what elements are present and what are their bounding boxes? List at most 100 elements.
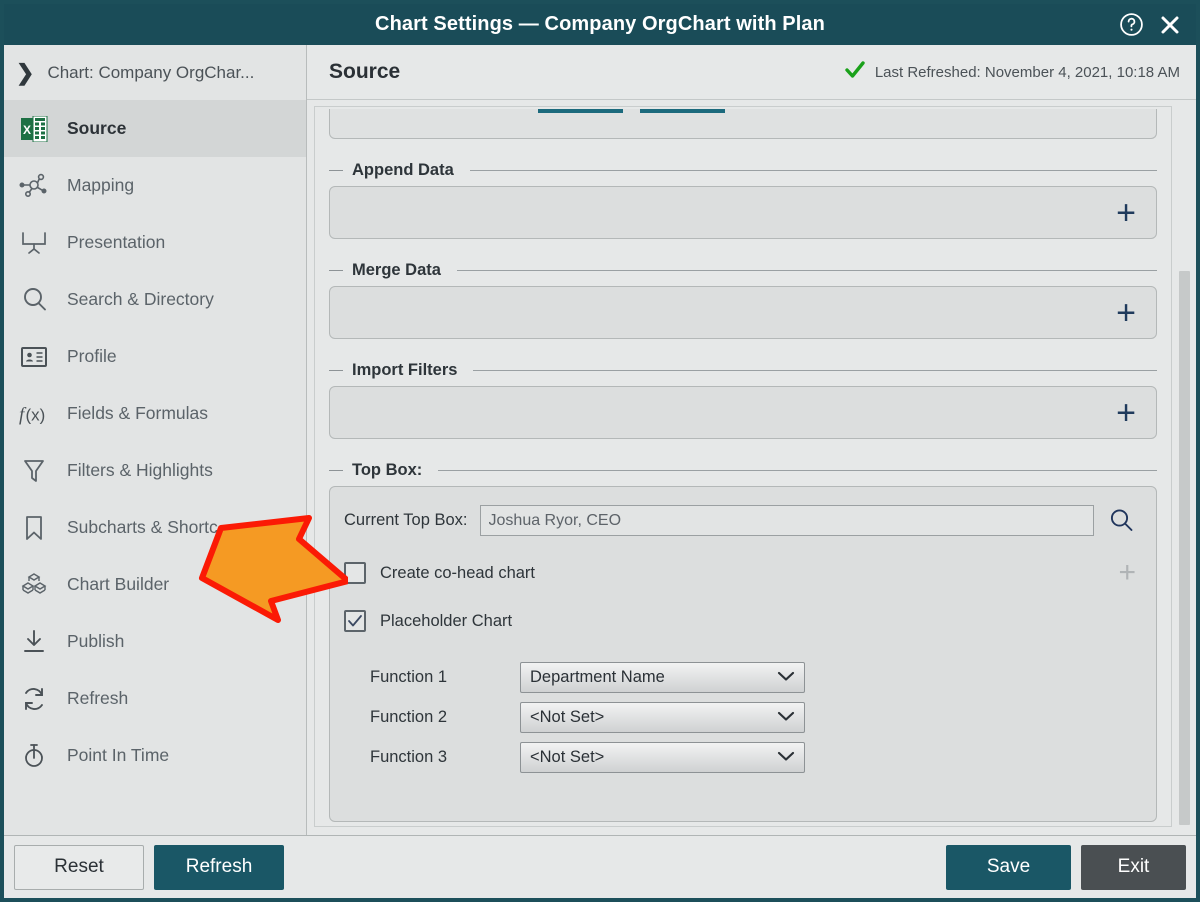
scrolled-off-panel — [329, 109, 1157, 139]
function-selectors: Function 1 Department Name Function 2 <N… — [344, 662, 1136, 773]
window-title: Chart Settings — Company OrgChart with P… — [375, 13, 825, 35]
vertical-scrollbar[interactable] — [1177, 106, 1192, 827]
sidebar-item-mapping[interactable]: Mapping — [4, 157, 306, 214]
last-refreshed-text: Last Refreshed: November 4, 2021, 10:18 … — [874, 63, 1180, 81]
excel-file-icon: X — [18, 114, 50, 144]
import-filters-group: Import Filters + — [329, 361, 1157, 439]
merge-data-group: Merge Data + — [329, 261, 1157, 339]
sidebar-item-profile[interactable]: Profile — [4, 328, 306, 385]
function-2-label: Function 2 — [370, 708, 448, 726]
placeholder-chart-checkbox[interactable] — [344, 610, 366, 632]
sidebar-item-search-directory[interactable]: Search & Directory — [4, 271, 306, 328]
function-3-value: <Not Set> — [530, 748, 605, 766]
scrolled-off-button-2[interactable] — [640, 109, 725, 113]
sidebar-item-source[interactable]: X Source — [4, 100, 306, 157]
svg-text:X: X — [23, 123, 31, 137]
sidebar-item-filters-highlights[interactable]: Filters & Highlights — [4, 442, 306, 499]
sidebar-item-publish[interactable]: Publish — [4, 613, 306, 670]
save-button[interactable]: Save — [946, 844, 1071, 890]
funnel-icon — [18, 456, 50, 486]
sidebar-item-label: Subcharts & Shortc — [67, 517, 218, 537]
function-2-row: Function 2 <Not Set> — [370, 702, 1136, 733]
sidebar-item-presentation[interactable]: Presentation — [4, 214, 306, 271]
bookmark-icon — [18, 513, 50, 543]
close-icon[interactable] — [1158, 13, 1182, 37]
plus-icon-disabled: + — [1118, 556, 1136, 589]
svg-text:(x): (x) — [26, 405, 46, 424]
function-3-row: Function 3 <Not Set> — [370, 742, 1136, 773]
function-1-label: Function 1 — [370, 668, 448, 686]
merge-data-dropzone[interactable]: + — [329, 286, 1157, 339]
collapse-dash-icon[interactable] — [329, 469, 343, 472]
append-data-dropzone[interactable]: + — [329, 186, 1157, 239]
id-card-icon — [18, 342, 50, 372]
exit-button[interactable]: Exit — [1081, 844, 1186, 890]
create-cohead-chart-checkbox[interactable] — [344, 562, 366, 584]
import-filters-dropzone[interactable]: + — [329, 386, 1157, 439]
legend-rule — [456, 270, 1157, 271]
collapse-dash-icon[interactable] — [329, 369, 343, 372]
chevron-down-icon — [777, 708, 795, 727]
top-box-panel: Current Top Box: Joshua Ryor, CEO Create… — [329, 486, 1157, 822]
sidebar-item-label: Filters & Highlights — [67, 460, 213, 480]
sidebar-item-refresh[interactable]: Refresh — [4, 670, 306, 727]
sidebar-item-label: Mapping — [67, 175, 135, 195]
stopwatch-icon — [18, 741, 50, 771]
plus-icon[interactable]: + — [1116, 296, 1136, 330]
legend-rule — [438, 470, 1157, 471]
group-legend-label: Merge Data — [352, 261, 441, 279]
help-circle-icon[interactable] — [1119, 12, 1144, 37]
blocks-icon — [18, 570, 50, 600]
collapse-dash-icon[interactable] — [329, 169, 343, 172]
magnifier-icon[interactable] — [1106, 507, 1136, 534]
append-data-group: Append Data + — [329, 161, 1157, 239]
create-cohead-chart-label: Create co-head chart — [380, 563, 536, 582]
current-top-box-input[interactable] — [479, 505, 1094, 536]
function-1-value: Department Name — [530, 668, 665, 686]
group-legend: Append Data — [329, 161, 1157, 180]
sidebar-item-label: Refresh — [67, 688, 129, 708]
download-icon — [18, 627, 50, 657]
function-1-select[interactable]: Department Name — [520, 662, 805, 693]
function-2-value: <Not Set> — [530, 708, 605, 726]
plus-icon[interactable]: + — [1116, 196, 1136, 230]
function-2-select[interactable]: <Not Set> — [520, 702, 805, 733]
scrollbar-thumb[interactable] — [1179, 271, 1190, 825]
page-title: Source — [329, 60, 401, 83]
title-bar: Chart Settings — Company OrgChart with P… — [4, 4, 1196, 45]
node-graph-icon — [18, 171, 50, 201]
sidebar-item-label: Fields & Formulas — [67, 403, 209, 423]
collapse-dash-icon[interactable] — [329, 269, 343, 272]
footer-toolbar: Reset Refresh Save Exit — [4, 835, 1196, 898]
function-3-select[interactable]: <Not Set> — [520, 742, 805, 773]
scrolled-off-button-1[interactable] — [538, 109, 623, 113]
chart-settings-window: Chart Settings — Company OrgChart with P… — [0, 0, 1200, 902]
sidebar-item-point-in-time[interactable]: Point In Time — [4, 727, 306, 784]
current-top-box-label: Current Top Box: — [344, 511, 468, 529]
group-legend-label: Import Filters — [352, 361, 458, 379]
breadcrumb[interactable]: ❯ Chart: Company OrgChar... — [4, 45, 306, 100]
top-box-group: Top Box: Current Top Box: Joshua Ryor, C… — [329, 461, 1157, 822]
reset-button[interactable]: Reset — [14, 844, 144, 890]
function-3-label: Function 3 — [370, 748, 448, 766]
group-legend: Top Box: — [329, 461, 1157, 480]
sidebar-item-label: Source — [67, 118, 127, 138]
chevron-right-icon: ❯ — [16, 59, 35, 85]
placeholder-chart-label: Placeholder Chart — [380, 611, 513, 630]
main-panel: Source Last Refreshed: November 4, 2021,… — [307, 45, 1196, 835]
sidebar-item-chart-builder[interactable]: Chart Builder — [4, 556, 306, 613]
placeholder-chart-row: Placeholder Chart — [344, 610, 1136, 632]
plus-icon[interactable]: + — [1116, 396, 1136, 430]
group-legend-label: Top Box: — [352, 461, 423, 479]
sidebar-item-label: Chart Builder — [67, 574, 170, 594]
create-cohead-chart-row: Create co-head chart + — [344, 558, 1136, 588]
window-body: ❯ Chart: Company OrgChar... X Source Map… — [4, 45, 1196, 835]
group-legend: Merge Data — [329, 261, 1157, 280]
refresh-button[interactable]: Refresh — [154, 844, 284, 890]
sidebar-item-label: Profile — [67, 346, 117, 366]
breadcrumb-label: Chart: Company OrgChar... — [47, 62, 255, 82]
sidebar-item-subcharts-shortcuts[interactable]: Subcharts & Shortc — [4, 499, 306, 556]
sidebar-item-fields-formulas[interactable]: f (x) Fields & Formulas — [4, 385, 306, 442]
group-legend: Import Filters — [329, 361, 1157, 380]
chevron-down-icon — [777, 668, 795, 687]
